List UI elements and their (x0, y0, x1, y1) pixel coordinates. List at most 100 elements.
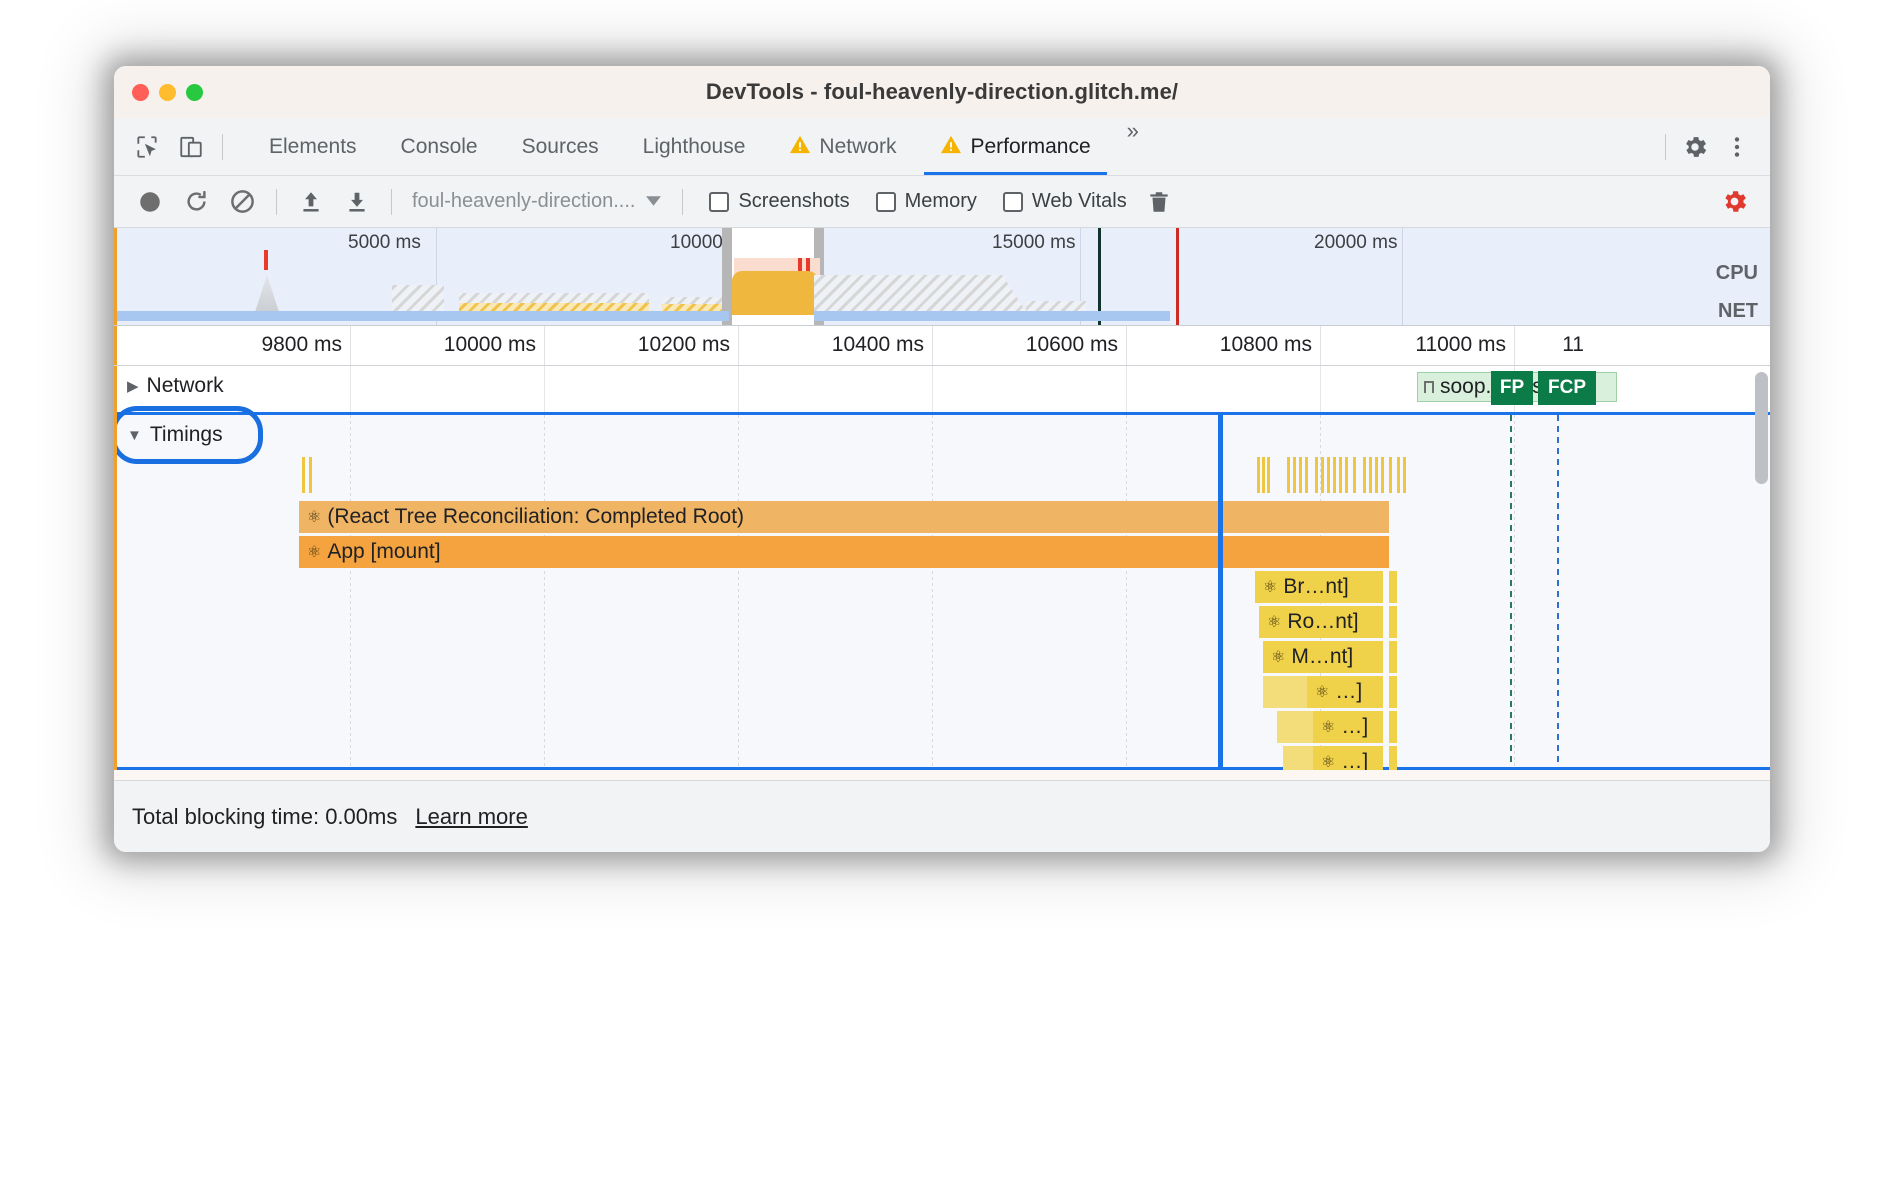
load-profile-button[interactable] (289, 182, 333, 222)
timings-track[interactable]: ▼ Timings FP FCP ⚛ (React Tree Reconcili… (117, 371, 1770, 770)
flame-gridline (350, 415, 351, 767)
flame-bar-react-tree-reconciliation[interactable]: ⚛ (React Tree Reconciliation: Completed … (299, 501, 1389, 533)
ruler-gridline (544, 326, 545, 365)
flame-bar-sliver[interactable] (1389, 746, 1397, 770)
devtools-tab-strip: Elements Console Sources Lighthouse Netw… (114, 118, 1770, 176)
tab-lighthouse-label: Lighthouse (642, 134, 746, 158)
tab-sources[interactable]: Sources (500, 118, 621, 175)
window-controls[interactable] (132, 84, 203, 101)
memory-checkbox[interactable]: Memory (868, 190, 985, 213)
flame-bar-sliver[interactable] (1389, 676, 1397, 708)
flame-bar-sliver[interactable] (1389, 571, 1397, 603)
flame-bar-level6-label[interactable]: ⚛ …] (1313, 711, 1383, 743)
ruler-gridline (932, 326, 933, 365)
timeline-ruler: 9800 ms 10000 ms 10200 ms 10400 ms 10600… (114, 326, 1770, 366)
timing-tick-group (302, 457, 314, 493)
tab-performance[interactable]: Performance (918, 118, 1112, 175)
chevron-down-icon: ▼ (127, 426, 142, 444)
tab-network[interactable]: Network (767, 118, 918, 175)
flame-bar-sliver[interactable] (1389, 641, 1397, 673)
save-profile-button[interactable] (335, 182, 379, 222)
overview-cpu-spike (254, 275, 280, 315)
checkbox-box (875, 191, 896, 212)
react-atom-icon: ⚛ (1263, 579, 1278, 596)
flame-bar-level5-label[interactable]: ⚛ …] (1307, 676, 1383, 708)
marker-fcp[interactable]: FCP (1538, 371, 1596, 405)
timing-tick-group (1257, 457, 1407, 493)
tab-strip-divider (222, 133, 223, 160)
minimize-window-button[interactable] (159, 84, 176, 101)
flame-chart[interactable]: ▶ Network soop.jpg (sto ▼ Timings FP (114, 366, 1770, 770)
tab-lighthouse[interactable]: Lighthouse (621, 118, 768, 175)
title-bar: DevTools - foul-heavenly-direction.glitc… (114, 66, 1770, 118)
flame-bar-sliver[interactable] (1389, 606, 1397, 638)
status-bar: Total blocking time: 0.00ms Learn more (114, 780, 1770, 852)
timeline-overview[interactable]: 5000 ms 10000 ms 15000 ms 20000 ms CPU N… (114, 228, 1770, 326)
react-atom-icon: ⚛ (1267, 614, 1282, 631)
overview-cpu-hatched (814, 275, 1028, 315)
reload-and-record-button[interactable] (174, 182, 218, 222)
more-tabs-button[interactable]: » (1113, 118, 1153, 175)
inspect-element-icon[interactable] (128, 128, 166, 166)
clear-recording-button[interactable] (220, 182, 264, 222)
toolbar-divider-3 (682, 188, 684, 215)
overview-red-marker (264, 250, 268, 270)
memory-label: Memory (904, 190, 977, 212)
track-network-label: Network (146, 374, 224, 397)
ruler-tick-10000: 10000 ms (443, 333, 536, 356)
record-button[interactable] (128, 182, 172, 222)
flame-bar-sliver[interactable] (1389, 711, 1397, 743)
react-atom-icon: ⚛ (1271, 649, 1286, 666)
flame-scrollbar-thumb[interactable] (1755, 372, 1768, 484)
ruler-gridline (1126, 326, 1127, 365)
zoom-window-button[interactable] (186, 84, 203, 101)
marker-fp-line (1510, 415, 1512, 767)
screenshots-checkbox[interactable]: Screenshots (701, 190, 857, 213)
collect-garbage-button[interactable] (1137, 182, 1181, 222)
capture-settings-button[interactable] (1712, 182, 1756, 222)
track-header-timings[interactable]: ▼ Timings (127, 423, 223, 447)
overview-net-label: NET (1718, 300, 1758, 322)
react-atom-icon: ⚛ (1315, 684, 1330, 701)
overview-gridline (1402, 228, 1403, 325)
learn-more-link[interactable]: Learn more (415, 804, 528, 830)
web-vitals-checkbox[interactable]: Web Vitals (995, 190, 1135, 213)
ruler-tick-11000: 11000 ms (1415, 333, 1506, 356)
tab-strip-right-icons (1659, 118, 1770, 175)
flame-bar-level7-label[interactable]: ⚛ …] (1313, 746, 1383, 770)
track-header-network[interactable]: ▶ Network (127, 374, 224, 398)
checkbox-box (709, 191, 730, 212)
overview-tick-15000: 15000 ms (992, 232, 1076, 253)
close-window-button[interactable] (132, 84, 149, 101)
flame-bar-label: M…nt] (1291, 645, 1354, 668)
tab-elements-label: Elements (269, 134, 357, 158)
ruler-left-edge (114, 326, 117, 365)
flame-bar-label: …] (1341, 715, 1369, 738)
ruler-gridline (738, 326, 739, 365)
overview-tick-20000: 20000 ms (1314, 232, 1398, 253)
url-select[interactable]: foul-heavenly-direction.... (404, 190, 670, 213)
marker-fp[interactable]: FP (1491, 371, 1533, 405)
devtools-window: DevTools - foul-heavenly-direction.glitc… (114, 66, 1770, 852)
flame-bar-label: App [mount] (327, 540, 441, 563)
settings-gear-icon[interactable] (1676, 128, 1714, 166)
timeline-cursor[interactable] (1218, 415, 1223, 767)
chevron-down-icon (645, 190, 662, 213)
tab-strip-left-icons (114, 118, 239, 175)
ruler-tick-9800: 9800 ms (261, 333, 342, 356)
more-vertical-icon[interactable] (1718, 128, 1756, 166)
flame-bar-br-nt[interactable]: ⚛ Br…nt] (1255, 571, 1383, 603)
request-bar-icon (1424, 381, 1434, 393)
overview-tick-5000: 5000 ms (348, 232, 421, 253)
flame-gridline (738, 415, 739, 767)
ruler-tick-10600: 10600 ms (1025, 333, 1118, 356)
flame-bar-m-nt[interactable]: ⚛ M…nt] (1263, 641, 1383, 673)
flame-bar-ro-nt[interactable]: ⚛ Ro…nt] (1259, 606, 1383, 638)
flame-bar-app-mount[interactable]: ⚛ App [mount] (299, 536, 1389, 568)
device-toolbar-icon[interactable] (172, 128, 210, 166)
flame-bar-label: …] (1335, 680, 1363, 703)
tab-console[interactable]: Console (379, 118, 500, 175)
tab-elements[interactable]: Elements (247, 118, 379, 175)
ruler-tick-10200: 10200 ms (637, 333, 730, 356)
ruler-gridline (1320, 326, 1321, 365)
